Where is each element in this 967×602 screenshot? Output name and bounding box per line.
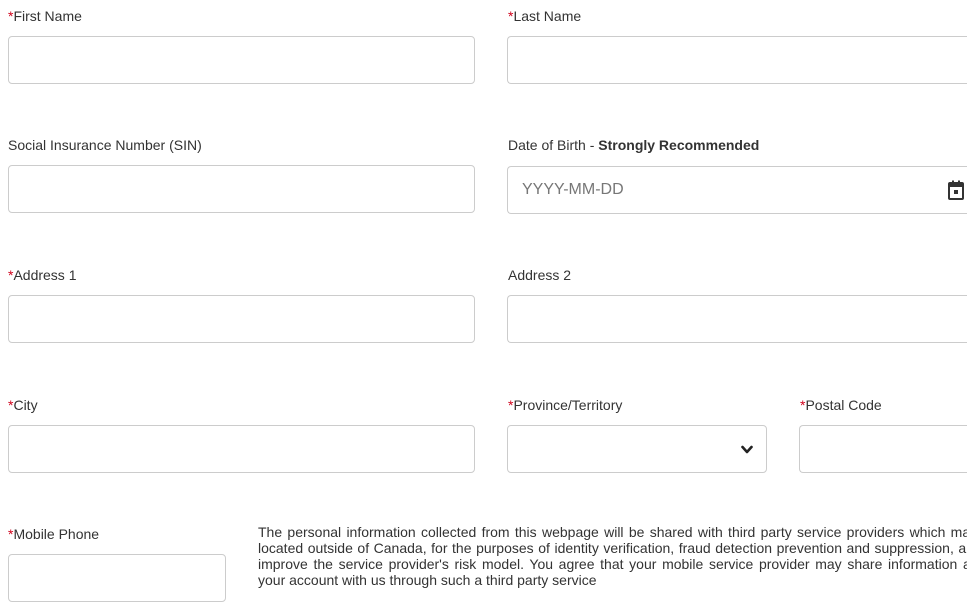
mobile-phone-label-text: Mobile Phone (13, 526, 100, 542)
province-label-text: Province/Territory (513, 397, 623, 413)
province-label: *Province/Territory (508, 396, 622, 414)
postal-code-input[interactable] (799, 425, 967, 473)
mobile-phone-label: *Mobile Phone (8, 525, 99, 543)
address1-label-text: Address 1 (13, 267, 77, 283)
dob-placeholder: YYYY-MM-DD (522, 181, 624, 198)
address2-input[interactable] (507, 295, 967, 343)
last-name-input[interactable] (507, 36, 967, 84)
dob-input[interactable]: YYYY-MM-DD (507, 166, 967, 214)
dob-label-text: Date of Birth - (508, 137, 599, 153)
postal-code-label: *Postal Code (800, 396, 882, 414)
last-name-label: *Last Name (508, 7, 581, 25)
dob-label: Date of Birth - Strongly Recommended (508, 136, 759, 154)
calendar-icon[interactable] (948, 180, 964, 200)
last-name-label-text: Last Name (513, 8, 582, 24)
sin-label-text: Social Insurance Number (SIN) (8, 137, 202, 153)
address1-input[interactable] (8, 295, 475, 343)
sin-label: Social Insurance Number (SIN) (8, 136, 202, 154)
dob-label-emphasis: Strongly Recommended (598, 137, 760, 153)
address2-label: Address 2 (508, 266, 571, 284)
address2-label-text: Address 2 (508, 267, 572, 283)
sin-input[interactable] (8, 165, 475, 213)
city-label-text: City (13, 397, 38, 413)
province-select[interactable] (507, 425, 767, 473)
chevron-down-icon (741, 445, 753, 454)
first-name-input[interactable] (8, 36, 475, 84)
postal-code-label-text: Postal Code (805, 397, 882, 413)
city-input[interactable] (8, 425, 475, 473)
city-label: *City (8, 396, 38, 414)
first-name-label: *First Name (8, 7, 82, 25)
first-name-label-text: First Name (13, 8, 82, 24)
address1-label: *Address 1 (8, 266, 77, 284)
privacy-notice: The personal information collected from … (258, 524, 967, 588)
mobile-phone-input[interactable] (8, 554, 226, 602)
